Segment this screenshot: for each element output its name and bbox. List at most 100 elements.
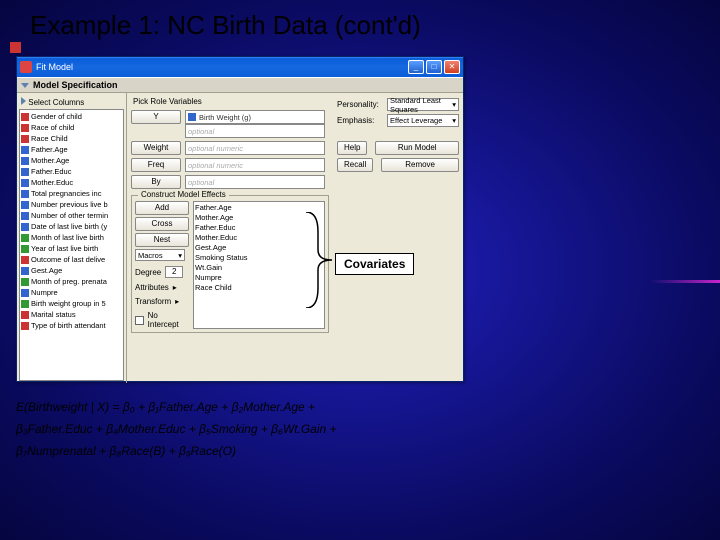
- titlebar[interactable]: Fit Model _ □ ✕: [17, 57, 463, 77]
- window-title: Fit Model: [36, 62, 408, 72]
- nointercept-label: No Intercept: [148, 311, 189, 329]
- remove-button[interactable]: Remove: [381, 158, 459, 172]
- column-item[interactable]: Father.Age: [21, 144, 122, 155]
- column-item[interactable]: Father.Educ: [21, 166, 122, 177]
- degree-input[interactable]: 2: [165, 266, 183, 278]
- column-type-icon: [21, 234, 29, 242]
- personality-label: Personality:: [337, 100, 383, 109]
- minimize-button[interactable]: _: [408, 60, 424, 74]
- column-label: Birth weight group in 5: [31, 298, 106, 309]
- model-spec-header[interactable]: Model Specification: [17, 77, 463, 93]
- column-item[interactable]: Mother.Educ: [21, 177, 122, 188]
- equation-line-2: β₃Father.Educ + β₄Mother.Educ + β₅Smokin…: [16, 418, 337, 440]
- slide-title: Example 1: NC Birth Data (cont'd): [30, 10, 421, 41]
- column-type-icon: [21, 146, 29, 154]
- middle-pane: Pick Role Variables Y Birth Weight (g) o…: [127, 93, 333, 383]
- column-label: Year of last live birth: [31, 243, 98, 254]
- weight-slot[interactable]: optional numeric: [185, 141, 325, 155]
- column-type-icon: [21, 168, 29, 176]
- column-label: Number of other termin: [31, 210, 108, 221]
- transform-menu-icon[interactable]: ▸: [175, 297, 179, 306]
- column-item[interactable]: Month of preg. prenata: [21, 276, 122, 287]
- construct-effects-panel: Construct Model Effects Add Cross Nest M…: [131, 195, 329, 333]
- column-label: Gender of child: [31, 111, 82, 122]
- column-label: Number previous live b: [31, 199, 108, 210]
- column-item[interactable]: Numpre: [21, 287, 122, 298]
- column-item[interactable]: Month of last live birth: [21, 232, 122, 243]
- right-pane: Personality: Standard Least Squares▾ Emp…: [333, 93, 463, 383]
- maximize-button[interactable]: □: [426, 60, 442, 74]
- column-type-icon: [21, 278, 29, 286]
- column-type-icon: [21, 256, 29, 264]
- column-item[interactable]: Outcome of last delive: [21, 254, 122, 265]
- column-label: Mother.Educ: [31, 177, 73, 188]
- column-item[interactable]: Number previous live b: [21, 199, 122, 210]
- y-opt-slot[interactable]: optional: [185, 124, 325, 138]
- select-columns-label: Select Columns: [21, 97, 124, 107]
- column-type-icon: [21, 311, 29, 319]
- column-item[interactable]: Gender of child: [21, 111, 122, 122]
- degree-label: Degree: [135, 268, 161, 277]
- column-item[interactable]: Date of last live birth (y: [21, 221, 122, 232]
- run-model-button[interactable]: Run Model: [375, 141, 459, 155]
- column-type-icon: [21, 300, 29, 308]
- by-button[interactable]: By: [131, 175, 181, 189]
- section-label: Model Specification: [33, 80, 118, 90]
- cross-button[interactable]: Cross: [135, 217, 189, 231]
- app-icon: [20, 61, 32, 73]
- recall-button[interactable]: Recall: [337, 158, 373, 172]
- column-type-icon: [21, 289, 29, 297]
- column-label: Numpre: [31, 287, 58, 298]
- select-columns-pane: Select Columns Gender of childRace of ch…: [17, 93, 127, 383]
- covariates-callout: Covariates: [335, 253, 414, 275]
- column-item[interactable]: Year of last live birth: [21, 243, 122, 254]
- column-label: Gest.Age: [31, 265, 62, 276]
- brace-decor: [304, 212, 334, 308]
- column-label: Total pregnancies inc: [31, 188, 101, 199]
- add-button[interactable]: Add: [135, 201, 189, 215]
- chevron-down-icon: ▾: [452, 116, 456, 125]
- personality-select[interactable]: Standard Least Squares▾: [387, 98, 459, 111]
- column-item[interactable]: Mother.Age: [21, 155, 122, 166]
- columns-list[interactable]: Gender of childRace of childRace ChildFa…: [19, 109, 124, 381]
- column-item[interactable]: Number of other termin: [21, 210, 122, 221]
- column-type-icon: [21, 267, 29, 275]
- column-type-icon: [21, 179, 29, 187]
- nest-button[interactable]: Nest: [135, 233, 189, 247]
- column-type-icon: [21, 113, 29, 121]
- column-type-icon: [21, 190, 29, 198]
- column-label: Month of preg. prenata: [31, 276, 107, 287]
- y-slot[interactable]: Birth Weight (g): [185, 110, 325, 124]
- macros-dropdown[interactable]: Macros▾: [135, 249, 185, 261]
- emphasis-select[interactable]: Effect Leverage▾: [387, 114, 459, 127]
- by-slot[interactable]: optional: [185, 175, 325, 189]
- continuous-icon: [188, 113, 196, 121]
- nointercept-checkbox[interactable]: [135, 316, 144, 325]
- equation-line-3: β₇Numprenatal + β₈Race(B) + β₉Race(O): [16, 440, 337, 462]
- freq-slot[interactable]: optional numeric: [185, 158, 325, 172]
- triangle-icon: [21, 97, 26, 105]
- effects-header: Construct Model Effects: [138, 190, 229, 199]
- column-item[interactable]: Birth weight group in 5: [21, 298, 122, 309]
- laser-decor: [650, 280, 720, 283]
- column-item[interactable]: Race Child: [21, 133, 122, 144]
- fit-model-window: Fit Model _ □ ✕ Model Specification Sele…: [16, 56, 464, 382]
- column-item[interactable]: Race of child: [21, 122, 122, 133]
- column-label: Father.Age: [31, 144, 68, 155]
- y-button[interactable]: Y: [131, 110, 181, 124]
- weight-button[interactable]: Weight: [131, 141, 181, 155]
- column-item[interactable]: Gest.Age: [21, 265, 122, 276]
- pick-role-label: Pick Role Variables: [133, 97, 329, 106]
- emphasis-label: Emphasis:: [337, 116, 383, 125]
- column-item[interactable]: Marital status: [21, 309, 122, 320]
- column-item[interactable]: Total pregnancies inc: [21, 188, 122, 199]
- column-type-icon: [21, 212, 29, 220]
- column-item[interactable]: Type of birth attendant: [21, 320, 122, 331]
- column-type-icon: [21, 124, 29, 132]
- column-label: Mother.Age: [31, 155, 69, 166]
- freq-button[interactable]: Freq: [131, 158, 181, 172]
- help-button[interactable]: Help: [337, 141, 367, 155]
- close-button[interactable]: ✕: [444, 60, 460, 74]
- column-label: Outcome of last delive: [31, 254, 105, 265]
- attributes-menu-icon[interactable]: ▸: [173, 283, 177, 292]
